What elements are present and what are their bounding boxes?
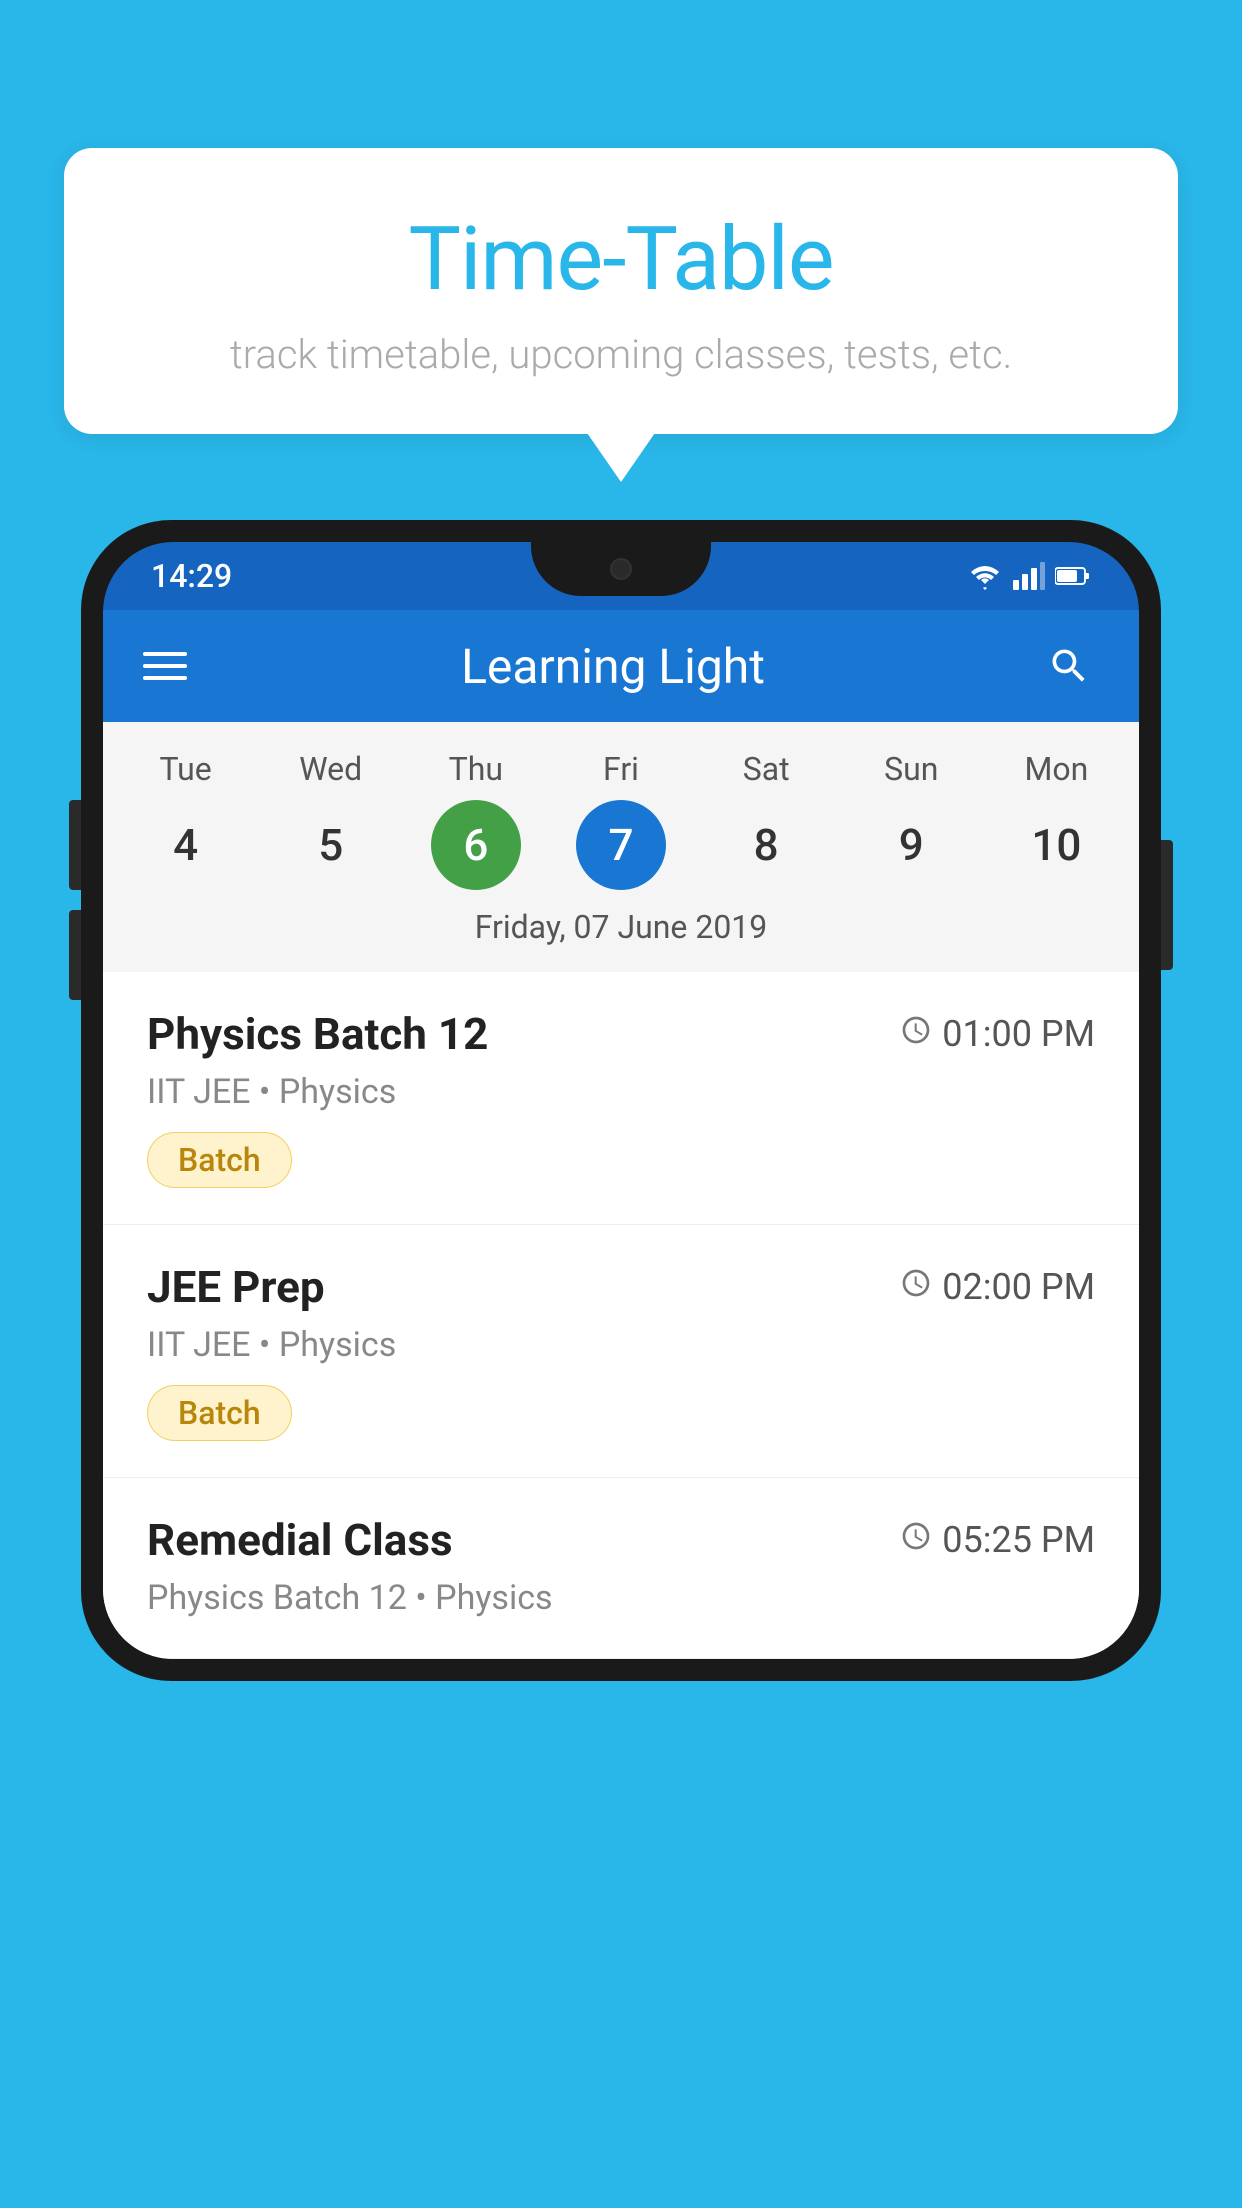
speech-bubble: Time-Table track timetable, upcoming cla… [64, 148, 1178, 434]
app-subtitle: track timetable, upcoming classes, tests… [104, 331, 1138, 378]
day-header-thu: Thu [403, 742, 548, 796]
app-bar: Learning Light [103, 610, 1139, 722]
search-icon [1047, 644, 1091, 688]
clock-icon-3 [900, 1520, 932, 1560]
volume-down-button[interactable] [69, 910, 81, 1000]
clock-icon-2 [900, 1267, 932, 1307]
batch-badge-1: Batch [147, 1132, 292, 1188]
class-item-3-header: Remedial Class 05:25 PM [147, 1514, 1095, 1566]
class-item-2[interactable]: JEE Prep 02:00 PM IIT JEE • Physics Batc… [103, 1225, 1139, 1478]
battery-icon [1055, 566, 1091, 586]
class-name-3: Remedial Class [147, 1514, 453, 1566]
class-subtitle-3: Physics Batch 12 • Physics [147, 1578, 1095, 1618]
class-name-1: Physics Batch 12 [147, 1008, 488, 1060]
wifi-icon [967, 562, 1003, 590]
app-bar-title: Learning Light [219, 638, 1007, 695]
volume-up-button[interactable] [69, 800, 81, 890]
clock-icon-1 [900, 1014, 932, 1054]
day-10[interactable]: 10 [984, 800, 1129, 890]
class-time-1: 01:00 PM [900, 1013, 1095, 1055]
class-item-2-header: JEE Prep 02:00 PM [147, 1261, 1095, 1313]
calendar-strip: Tue Wed Thu Fri Sat Sun Mon 4 5 6 7 8 9 … [103, 722, 1139, 972]
day-4[interactable]: 4 [113, 800, 258, 890]
class-subtitle-2: IIT JEE • Physics [147, 1325, 1095, 1365]
date-label: Friday, 07 June 2019 [103, 900, 1139, 962]
day-numbers: 4 5 6 7 8 9 10 [103, 796, 1139, 900]
front-camera [610, 558, 632, 580]
class-item-1-header: Physics Batch 12 01:00 PM [147, 1008, 1095, 1060]
phone-mockup: 14:29 [81, 520, 1161, 1681]
search-button[interactable] [1039, 636, 1099, 696]
signal-icon [1013, 562, 1045, 590]
class-item-3[interactable]: Remedial Class 05:25 PM Physics Batch 12… [103, 1478, 1139, 1659]
day-header-sat: Sat [694, 742, 839, 796]
class-time-2: 02:00 PM [900, 1266, 1095, 1308]
day-8[interactable]: 8 [694, 800, 839, 890]
batch-badge-2: Batch [147, 1385, 292, 1441]
day-7-selected[interactable]: 7 [576, 800, 666, 890]
app-title-heading: Time-Table [104, 208, 1138, 311]
status-icons [967, 562, 1091, 590]
menu-button[interactable] [143, 652, 187, 680]
power-button[interactable] [1161, 840, 1173, 970]
day-header-wed: Wed [258, 742, 403, 796]
day-header-fri: Fri [548, 742, 693, 796]
class-time-3: 05:25 PM [900, 1519, 1095, 1561]
class-subtitle-1: IIT JEE • Physics [147, 1072, 1095, 1112]
class-time-text-3: 05:25 PM [942, 1519, 1095, 1561]
class-name-2: JEE Prep [147, 1261, 325, 1313]
day-9[interactable]: 9 [839, 800, 984, 890]
class-list: Physics Batch 12 01:00 PM IIT JEE • Phys… [103, 972, 1139, 1659]
speech-bubble-container: Time-Table track timetable, upcoming cla… [64, 148, 1178, 434]
class-time-text-1: 01:00 PM [942, 1013, 1095, 1055]
status-time: 14:29 [151, 557, 232, 595]
day-6-today[interactable]: 6 [431, 800, 521, 890]
day-headers: Tue Wed Thu Fri Sat Sun Mon [103, 742, 1139, 796]
class-time-text-2: 02:00 PM [942, 1266, 1095, 1308]
day-header-mon: Mon [984, 742, 1129, 796]
class-item-1[interactable]: Physics Batch 12 01:00 PM IIT JEE • Phys… [103, 972, 1139, 1225]
day-header-tue: Tue [113, 742, 258, 796]
phone-screen: 14:29 [103, 542, 1139, 1659]
day-5[interactable]: 5 [258, 800, 403, 890]
day-header-sun: Sun [839, 742, 984, 796]
notch [531, 542, 711, 596]
phone-outer: 14:29 [81, 520, 1161, 1681]
